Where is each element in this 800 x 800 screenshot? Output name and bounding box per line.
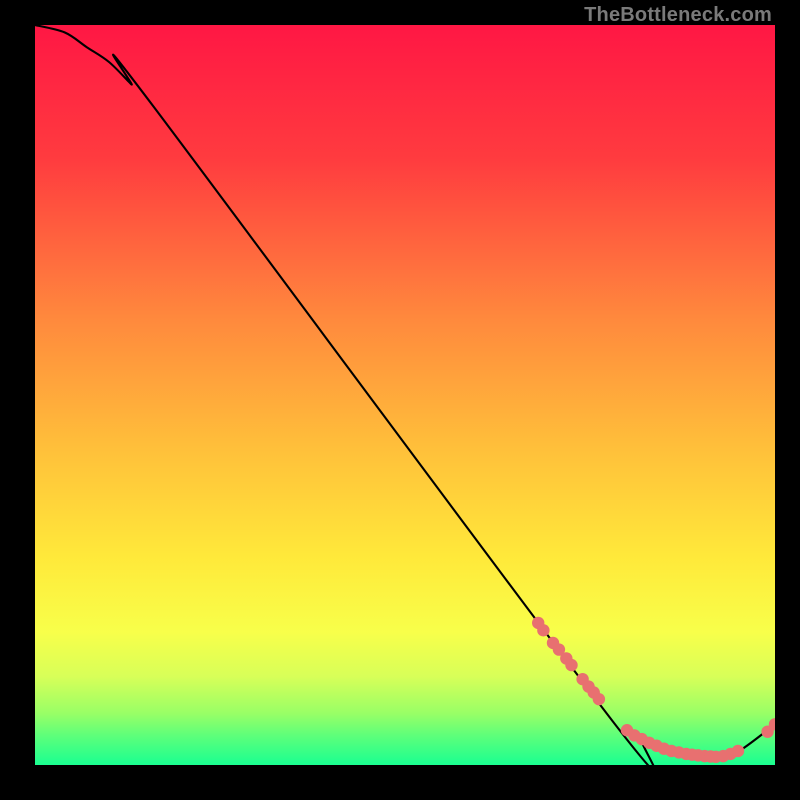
data-point bbox=[593, 693, 605, 705]
bottleneck-chart bbox=[35, 25, 775, 765]
gradient-background bbox=[35, 25, 775, 765]
data-point bbox=[537, 624, 549, 636]
data-point bbox=[732, 745, 744, 757]
data-point bbox=[565, 659, 577, 671]
plot-area bbox=[35, 25, 775, 765]
attribution-text: TheBottleneck.com bbox=[584, 4, 772, 27]
chart-stage: TheBottleneck.com bbox=[0, 0, 800, 800]
